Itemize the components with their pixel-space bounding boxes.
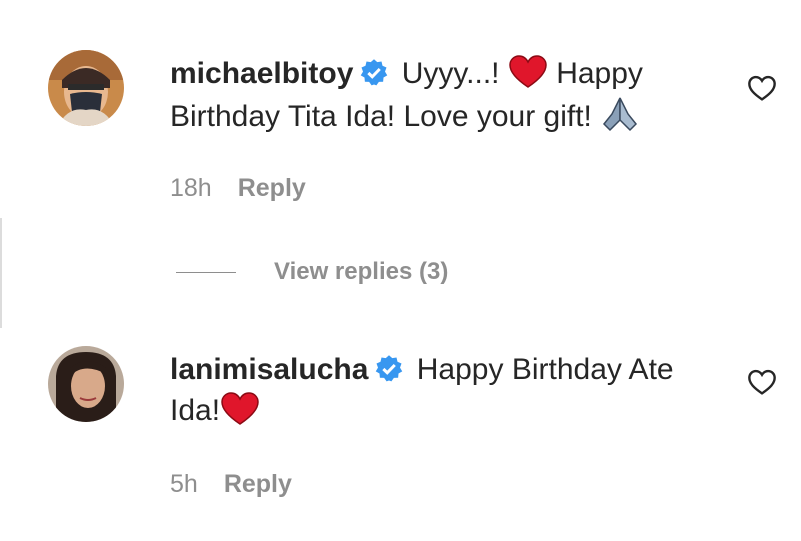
reply-button[interactable]: Reply bbox=[238, 174, 306, 202]
avatar[interactable] bbox=[48, 50, 124, 126]
reply-button[interactable]: Reply bbox=[224, 470, 292, 498]
heart-outline-icon[interactable] bbox=[746, 366, 778, 398]
verified-badge-icon bbox=[376, 355, 403, 382]
comment-body: michaelbitoy Uyyy...! Happy Birthday Tit… bbox=[170, 53, 730, 137]
comment-meta: 5h Reply bbox=[170, 470, 292, 499]
comment-text: Uyyy...! bbox=[401, 57, 500, 90]
username[interactable]: michaelbitoy bbox=[170, 57, 353, 90]
view-replies-line bbox=[176, 272, 236, 274]
folded-hands-emoji bbox=[603, 97, 638, 132]
comment-meta: 18h Reply bbox=[170, 174, 306, 203]
view-replies-label: View replies (3) bbox=[274, 258, 449, 285]
heart-outline-icon[interactable] bbox=[746, 72, 778, 104]
username[interactable]: lanimisalucha bbox=[170, 353, 368, 386]
avatar[interactable] bbox=[48, 346, 124, 422]
view-replies-button[interactable]: View replies (3) bbox=[176, 258, 448, 288]
timestamp: 5h bbox=[170, 470, 198, 498]
comment-item: michaelbitoy Uyyy...! Happy Birthday Tit… bbox=[0, 0, 801, 250]
red-heart-emoji bbox=[509, 55, 547, 88]
red-heart-emoji bbox=[221, 392, 259, 425]
verified-badge-icon bbox=[361, 59, 388, 86]
comment-item: lanimisalucha Happy Birthday Ate Ida! 5h… bbox=[0, 330, 801, 541]
timestamp: 18h bbox=[170, 174, 212, 202]
comment-body: lanimisalucha Happy Birthday Ate Ida! bbox=[170, 349, 730, 431]
